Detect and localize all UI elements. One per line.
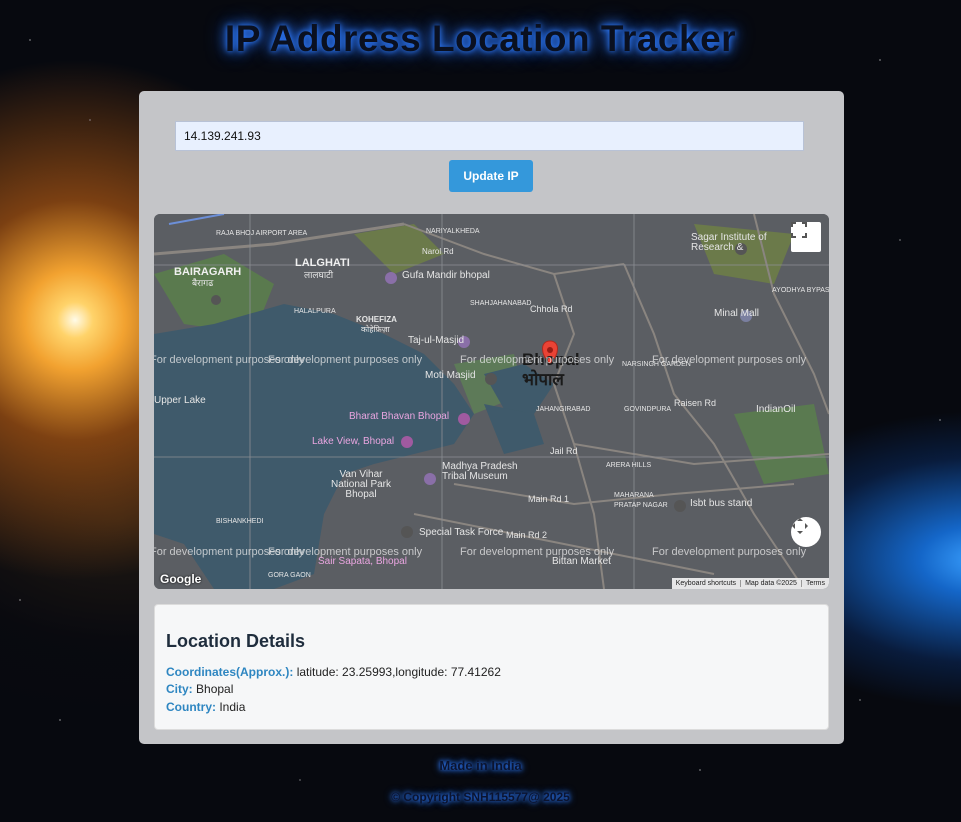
map-label-lake-view: Lake View, Bhopal [312, 436, 395, 447]
dev-watermark: For development purposes only [652, 546, 807, 558]
map-label-gora-gaon: GORA GAON [268, 572, 311, 579]
map-label-bharat-bhavan: Bharat Bhavan Bhopal [349, 411, 450, 422]
map-label-shahjahanabad: SHAHJAHANABAD [470, 300, 532, 307]
map-label-kohefiza-hi: कोहेफ़िज़ा [361, 325, 390, 334]
map-label-sair-sapata: Sair Sapata, Bhopal [318, 556, 407, 567]
map-label-main-rd2: Main Rd 2 [506, 530, 548, 540]
map-label-halalpura: HALALPURA [294, 308, 336, 315]
map-label-arera-hills: ARERA HILLS [606, 462, 652, 469]
coords-label: Coordinates(Approx.): [166, 665, 294, 679]
camera-control-icon [792, 518, 808, 534]
map-label-lalghati-hi: लालघाटी [304, 270, 334, 280]
map-label-maharana-pratap-nagar: MAHARANA PRATAP NAGAR [614, 492, 668, 509]
fullscreen-icon [791, 222, 807, 238]
update-ip-button[interactable]: Update IP [449, 160, 533, 192]
map-label-tribal-museum: Madhya Pradesh Tribal Museum [442, 461, 518, 482]
coords-row: Coordinates(Approx.): latitude: 23.25993… [166, 665, 501, 679]
location-details-heading: Location Details [166, 631, 306, 651]
dev-watermark: For development purposes only [460, 546, 615, 558]
terms-link[interactable]: Terms [800, 580, 829, 587]
map-label-bairagarh: BAIRAGARH [174, 266, 242, 278]
country-label: Country: [166, 700, 216, 714]
copyright: © Copyright SNH115577@ 2025 [391, 790, 570, 804]
map-label-main-rd1: Main Rd 1 [528, 494, 570, 504]
dev-watermark: For development purposes only [268, 354, 423, 366]
google-logo: Google [160, 572, 202, 586]
city-row: City: Bhopal [166, 682, 233, 696]
dev-watermark: For development purposes only [268, 546, 423, 558]
location-details: Location Details Coordinates(Approx.): l… [154, 604, 829, 730]
map-label-jail-rd: Jail Rd [550, 446, 578, 456]
country-value: India [219, 700, 246, 714]
map-label-lalghati: LALGHATI [295, 257, 350, 269]
map-label-taj-ul-masjid: Taj-ul-Masjid [408, 335, 465, 346]
map-label-moti-masjid: Moti Masjid [425, 370, 476, 381]
map-label-jahangirabad: JAHANGIRABAD [536, 406, 591, 413]
map-label-van-vihar: Van Vihar National Park Bhopal [330, 469, 392, 500]
made-in-india: Made in India [439, 758, 522, 773]
map-label-upper-lake: Upper Lake [154, 395, 206, 406]
map-label-gufa-mandir: Gufa Mandir bhopal [402, 270, 490, 281]
recenter-button[interactable] [791, 517, 821, 547]
city-label: City: [166, 682, 193, 696]
map-label-nariyalkheda: NARIYALKHEDA [426, 228, 480, 235]
dev-watermark: For development purposes only [460, 354, 615, 366]
map-label-minal-mall: Minal Mall [714, 308, 760, 319]
page-title: IP Address Location Tracker [224, 18, 737, 59]
fullscreen-button[interactable] [791, 222, 821, 252]
map-label-chhola-rd: Chhola Rd [530, 304, 573, 314]
map-data-text: Map data ©2025 [740, 580, 801, 587]
map-attribution: Keyboard shortcuts Map data ©2025 Terms [671, 578, 829, 589]
map-label-isbt: Isbt bus stand [690, 498, 753, 509]
map-label-special-task-force: Special Task Force [419, 527, 504, 538]
dev-watermark: For development purposes only [652, 354, 807, 366]
map-label-bittan-market: Bittan Market [552, 556, 611, 567]
city-value: Bhopal [196, 682, 234, 696]
map-label-raisen-rd: Raisen Rd [674, 398, 717, 408]
map-label-raja-bhoj-airport: RAJA BHOJ AIRPORT AREA [216, 230, 308, 237]
map-label-govindpura: GOVINDPURA [624, 406, 672, 413]
map-label-sagar-institute: Sagar Institute of Research & [691, 232, 767, 253]
tracker-card: Update IP [139, 91, 844, 744]
map-label-bishankhedi: BISHANKHEDI [216, 518, 264, 525]
map-label-kohefiza: KOHEFIZA [356, 315, 397, 324]
map-label-narol-rd: Narol Rd [422, 247, 454, 256]
map-label-bairagarh-hi: बैरागढ [192, 278, 214, 288]
keyboard-shortcuts-link[interactable]: Keyboard shortcuts [672, 580, 740, 587]
country-row: Country: India [166, 700, 245, 714]
map[interactable]: RAJA BHOJ AIRPORT AREA BAIRAGARH बैरागढ … [154, 214, 829, 589]
map-city-hi: भोपाल [522, 370, 564, 389]
ip-input[interactable] [175, 121, 804, 151]
map-label-indianoil: IndianOil [756, 404, 796, 415]
coords-value: latitude: 23.25993,longitude: 77.41262 [296, 665, 501, 679]
map-label-ayodhya-bypass: AYODHYA BYPASS [772, 287, 829, 294]
